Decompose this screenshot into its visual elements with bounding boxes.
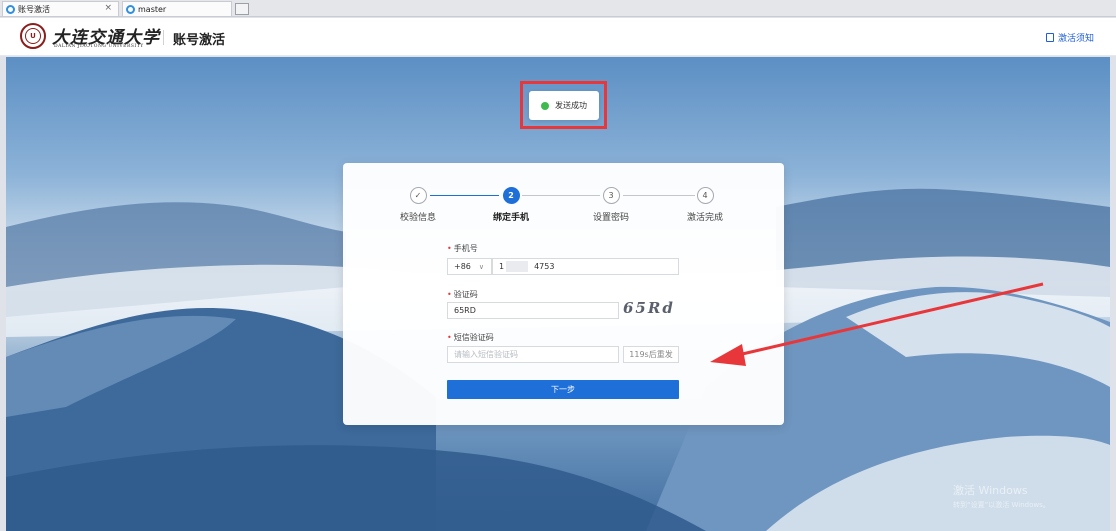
resend-sms-button[interactable]: 119s后重发 xyxy=(623,346,679,363)
success-toast: 发送成功 xyxy=(529,91,599,120)
step-label: 设置密码 xyxy=(593,213,630,223)
sms-code-input[interactable]: 请输入短信验证码 xyxy=(447,346,619,363)
country-code-select[interactable]: +86 ∨ xyxy=(447,258,492,275)
step-connector xyxy=(522,195,600,196)
step-activation-complete: 4 激活完成 xyxy=(687,187,723,223)
step-check-icon: ✓ xyxy=(409,187,427,204)
step-set-password: 3 设置密码 xyxy=(593,187,629,223)
browser-tab[interactable]: master xyxy=(122,1,232,16)
step-number: 2 xyxy=(502,187,520,204)
step-label: 激活完成 xyxy=(687,213,724,223)
activation-notice-link[interactable]: 激活须知 xyxy=(1045,31,1094,44)
step-connector xyxy=(430,195,499,196)
page-title: 账号激活 xyxy=(173,33,226,48)
step-connector xyxy=(623,195,695,196)
university-logo-english: DALIAN JIAOTONG UNIVERSITY xyxy=(54,44,144,49)
tab-label: 账号激活 xyxy=(18,4,50,14)
step-label: 绑定手机 xyxy=(493,213,530,223)
step-number: 4 xyxy=(696,187,714,204)
step-verify-info: ✓ 校验信息 xyxy=(400,187,436,223)
captcha-label: • 验证码 xyxy=(447,290,478,299)
step-number: 3 xyxy=(602,187,620,204)
ie-icon xyxy=(126,4,135,14)
document-icon xyxy=(1045,33,1054,42)
chevron-down-icon: ∨ xyxy=(478,262,485,271)
success-check-icon xyxy=(541,101,549,110)
captcha-image[interactable]: 65Rd xyxy=(623,299,687,319)
activation-card: ✓ 校验信息 2 绑定手机 3 设置密码 4 激活完成 • 手机号 +86 ∨ 1… xyxy=(343,163,784,425)
close-tab-icon[interactable]: × xyxy=(104,3,112,13)
activation-notice-label: 激活须知 xyxy=(1057,34,1094,44)
step-bind-phone: 2 绑定手机 xyxy=(493,187,529,223)
sms-code-label: • 短信验证码 xyxy=(447,333,494,342)
ie-icon xyxy=(6,4,15,14)
site-header: U 大连交通大学 DALIAN JIAOTONG UNIVERSITY 账号激活… xyxy=(0,18,1116,56)
next-step-button[interactable]: 下一步 xyxy=(447,380,679,399)
captcha-input[interactable]: 65RD xyxy=(447,302,619,319)
phone-label: • 手机号 xyxy=(447,244,478,253)
toast-message: 发送成功 xyxy=(555,101,587,110)
browser-tab-strip: 账号激活 × master xyxy=(0,0,1116,17)
tab-label: master xyxy=(138,4,167,14)
browser-tab-active[interactable]: 账号激活 × xyxy=(2,1,119,16)
new-tab-button[interactable] xyxy=(235,3,249,15)
phone-number-redaction xyxy=(506,261,528,272)
header-divider xyxy=(163,30,164,45)
university-seal-logo: U xyxy=(20,23,46,49)
windows-activation-watermark: 激活 Windows 转到“设置”以激活 Windows。 xyxy=(953,484,1050,509)
step-label: 校验信息 xyxy=(400,213,437,223)
